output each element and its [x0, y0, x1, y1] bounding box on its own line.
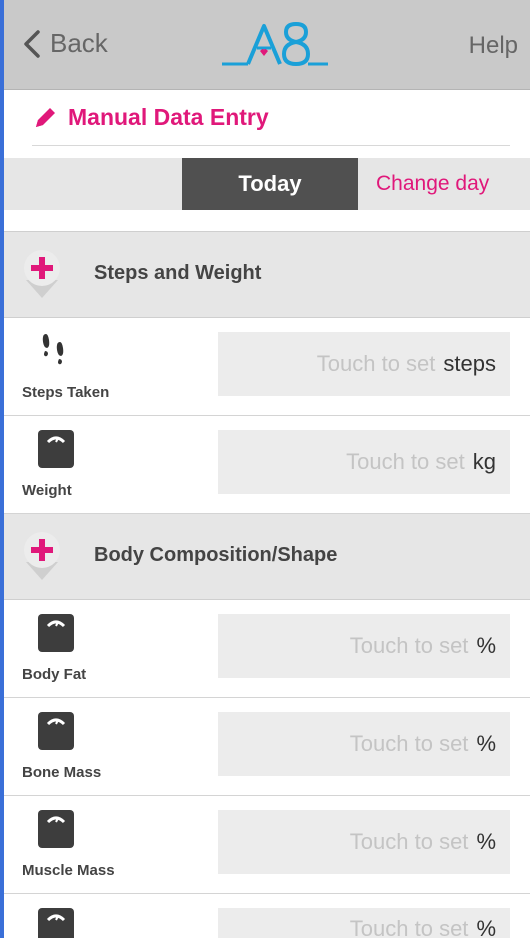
row-partial: Touch to set % [4, 894, 530, 938]
row-label: Body Fat [22, 666, 87, 683]
chevron-left-icon [24, 29, 40, 58]
unit-label: % [476, 829, 496, 854]
scale-icon [38, 614, 74, 652]
row-label: Muscle Mass [22, 862, 115, 879]
row-label: Bone Mass [22, 764, 102, 781]
row-body-fat: Body Fat Touch to set % [4, 600, 530, 698]
add-pin-icon [24, 250, 60, 298]
unit-label: % [476, 731, 496, 756]
scale-icon [38, 430, 74, 468]
unit-label: steps [443, 351, 496, 376]
unit-label: % [476, 633, 496, 658]
row-label: Weight [22, 482, 72, 499]
nav-bar: Back Help [4, 0, 530, 90]
scale-icon [38, 908, 74, 938]
scale-icon [38, 810, 74, 848]
row-muscle-mass: Muscle Mass Touch to set % [4, 796, 530, 894]
pencil-icon [36, 107, 55, 127]
change-day-link[interactable]: Change day [376, 158, 489, 210]
row-label: Steps Taken [22, 384, 110, 401]
app-logo [222, 21, 328, 67]
unit-label: kg [472, 449, 496, 474]
divider [32, 145, 510, 146]
row-steps-taken: Steps Taken Touch to set steps [4, 318, 530, 416]
input-placeholder: Touch to set [349, 829, 469, 854]
section-header-body-composition[interactable]: Body Composition/Shape [4, 514, 530, 600]
input-placeholder: Touch to set [349, 731, 469, 756]
back-label: Back [50, 28, 108, 58]
unit-label: % [476, 916, 496, 938]
page-title: Manual Data Entry [68, 104, 269, 130]
back-button[interactable]: Back [22, 28, 108, 59]
bone-mass-input[interactable]: Touch to set % [218, 712, 510, 776]
row-weight: Weight Touch to set kg [4, 416, 530, 514]
page-header: Manual Data Entry [4, 90, 530, 158]
input-placeholder: Touch to set [349, 633, 469, 658]
help-button[interactable]: Help [469, 32, 518, 60]
footprints-icon [42, 334, 64, 365]
steps-input[interactable]: Touch to set steps [218, 332, 510, 396]
add-pin-icon [24, 532, 60, 580]
input-placeholder: Touch to set [349, 916, 469, 938]
section-header-steps-weight[interactable]: Steps and Weight [4, 232, 530, 318]
partial-input[interactable]: Touch to set % [218, 908, 510, 938]
today-button[interactable]: Today [182, 158, 358, 210]
muscle-mass-input[interactable]: Touch to set % [218, 810, 510, 874]
spacer [4, 210, 530, 232]
body-fat-input[interactable]: Touch to set % [218, 614, 510, 678]
section-label: Steps and Weight [94, 262, 262, 284]
window-edge [0, 0, 4, 938]
weight-input[interactable]: Touch to set kg [218, 430, 510, 494]
input-placeholder: Touch to set [316, 351, 436, 376]
day-selector: Today Change day [4, 158, 530, 210]
section-label: Body Composition/Shape [94, 544, 338, 566]
scale-icon [38, 712, 74, 750]
row-bone-mass: Bone Mass Touch to set % [4, 698, 530, 796]
input-placeholder: Touch to set [346, 449, 465, 474]
